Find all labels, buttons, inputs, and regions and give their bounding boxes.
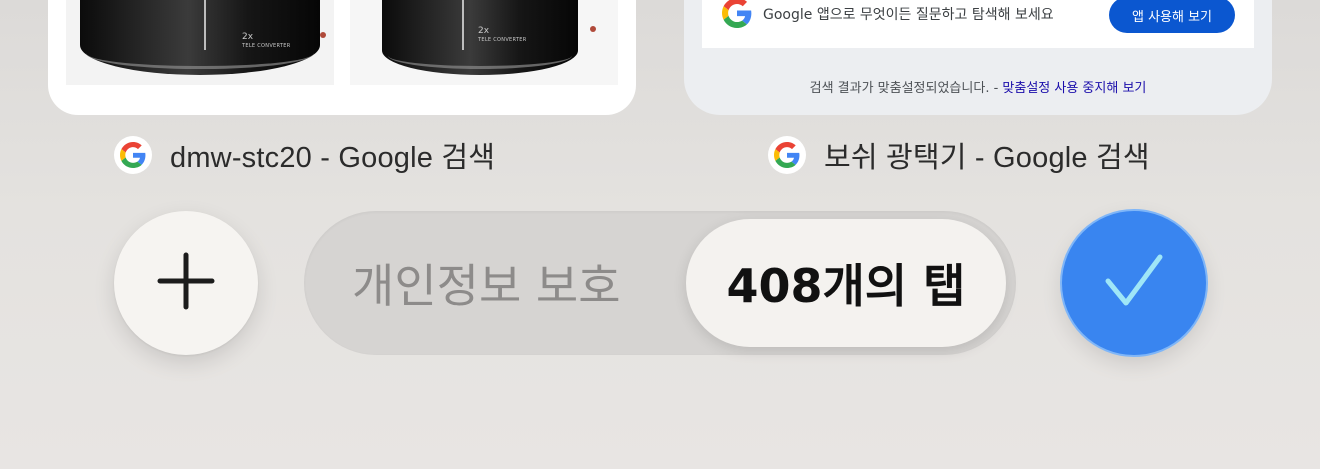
google-icon <box>768 136 806 174</box>
product-image-tele-converter-alt: 2x TELE CONVERTER <box>350 0 618 85</box>
tab-thumbnail-dmw-stc20[interactable]: 2x TELE CONVERTER 2x TELE CONVERTER <box>48 0 636 115</box>
google-icon <box>722 0 752 32</box>
lens-marking: 2x TELE CONVERTER <box>242 32 291 50</box>
google-app-promo: Google 앱으로 무엇이든 질문하고 탐색해 보세요 앱 사용해 보기 <box>702 0 1254 48</box>
plus-icon <box>157 252 215 314</box>
done-button[interactable] <box>1062 211 1206 355</box>
disable-personalization-link[interactable]: 맞춤설정 사용 중지해 보기 <box>1002 81 1146 96</box>
tab-title-bosch-polisher[interactable]: 보쉬 광택기 - Google 검색 <box>768 135 1150 175</box>
promo-text: Google 앱으로 무엇이든 질문하고 탐색해 보세요 <box>763 7 1054 23</box>
tab-group-switcher: 개인정보 보호 408개의 탭 <box>304 211 1016 355</box>
lens-marking-alt: 2x TELE CONVERTER <box>478 26 527 44</box>
private-browsing-tab[interactable]: 개인정보 보호 <box>352 211 621 355</box>
tab-title-text: 보쉬 광택기 - Google 검색 <box>824 142 1150 174</box>
product-image-tele-converter: 2x TELE CONVERTER <box>66 0 334 85</box>
try-app-button[interactable]: 앱 사용해 보기 <box>1109 0 1235 33</box>
google-icon <box>114 136 152 174</box>
personalization-note: 검색 결과가 맞춤설정되었습니다. - 맞춤설정 사용 중지해 보기 <box>809 81 1147 96</box>
tab-title-text: dmw-stc20 - Google 검색 <box>170 142 496 174</box>
tab-count-tab[interactable]: 408개의 탭 <box>686 219 1006 347</box>
new-tab-button[interactable] <box>114 211 258 355</box>
checkmark-icon <box>1102 249 1166 317</box>
tab-title-dmw-stc20[interactable]: dmw-stc20 - Google 검색 <box>114 135 495 175</box>
tab-thumbnail-bosch-polisher[interactable]: Google 앱으로 무엇이든 질문하고 탐색해 보세요 앱 사용해 보기 검색… <box>684 0 1272 115</box>
